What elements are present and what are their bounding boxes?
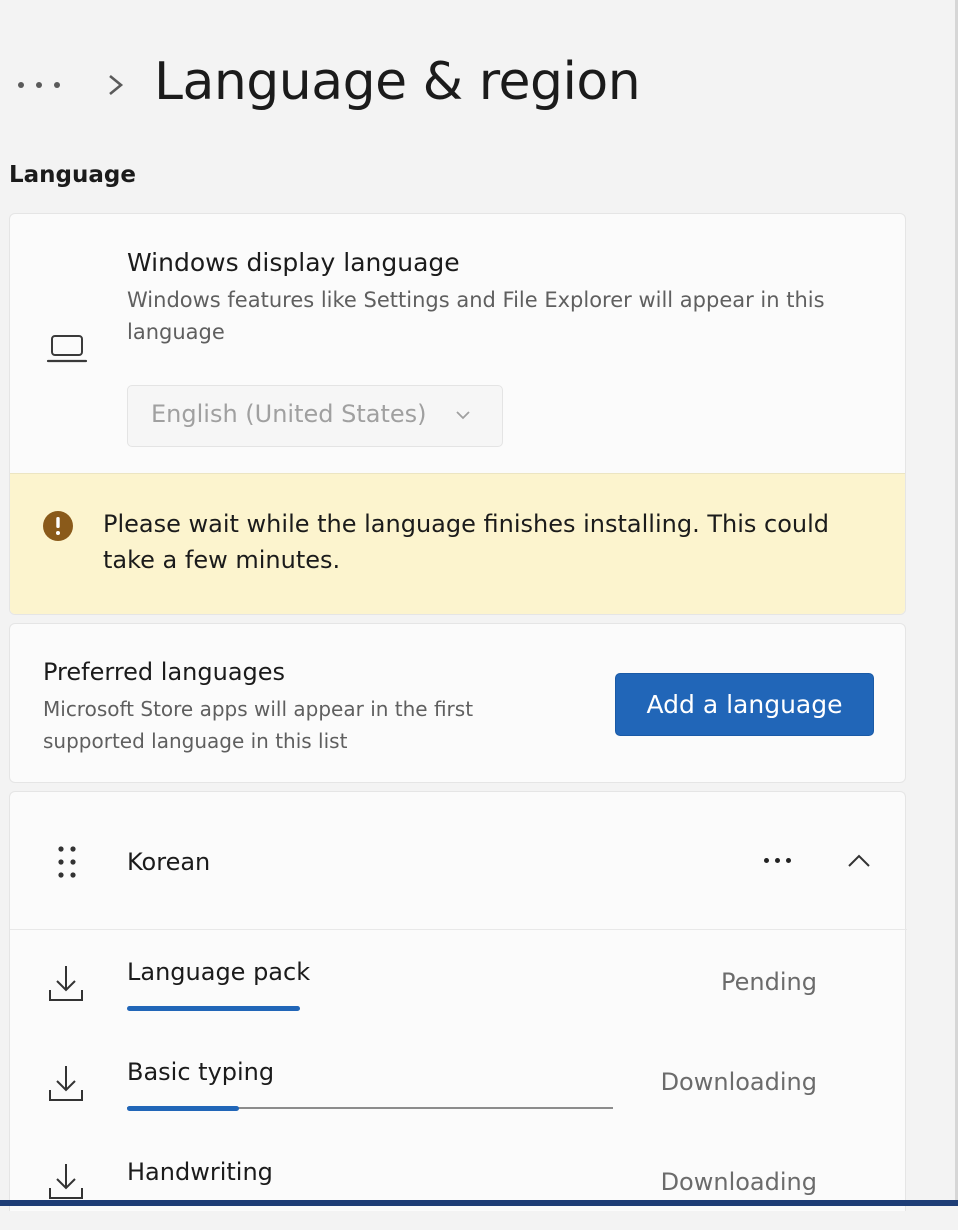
add-language-button[interactable]: Add a language [615, 673, 874, 736]
download-icon [49, 966, 83, 1001]
feature-basic-typing: Basic typing Downloading [10, 1030, 907, 1130]
feature-status: Downloading [660, 1068, 817, 1096]
breadcrumb-more-button[interactable] [16, 70, 66, 100]
download-icon [49, 1164, 83, 1199]
download-icon [49, 1066, 83, 1101]
display-language-value: English (United States) [151, 400, 427, 428]
laptop-icon [46, 335, 88, 363]
language-options-button[interactable] [760, 846, 796, 876]
display-language-dropdown[interactable]: English (United States) [127, 385, 503, 447]
drag-handle-icon[interactable] [52, 844, 82, 880]
preferred-languages-title: Preferred languages [43, 658, 286, 686]
chevron-right-icon [109, 74, 124, 96]
feature-status: Downloading [660, 1168, 817, 1196]
language-name: Korean [127, 848, 211, 876]
feature-name: Language pack [127, 958, 311, 986]
chevron-down-icon [456, 411, 470, 420]
progress-fill [127, 1106, 239, 1111]
feature-language-pack: Language pack Pending [10, 930, 907, 1030]
taskbar-edge [0, 1200, 958, 1206]
feature-name: Handwriting [127, 1158, 273, 1186]
progress-fill [127, 1006, 300, 1011]
feature-handwriting: Handwriting Downloading [10, 1130, 907, 1230]
display-language-title: Windows display language [127, 248, 460, 277]
install-warning-banner: Please wait while the language finishes … [10, 473, 905, 614]
warning-icon [43, 511, 73, 541]
chevron-up-icon[interactable] [844, 849, 874, 873]
feature-name: Basic typing [127, 1058, 275, 1086]
preferred-languages-description: Microsoft Store apps will appear in the … [43, 697, 474, 753]
page-title: Language & region [154, 52, 641, 112]
display-language-card: Windows display language Windows feature… [9, 213, 906, 615]
section-heading-language: Language [9, 162, 136, 188]
language-item-korean: Korean Language pack Pending Basic typin… [9, 791, 907, 1211]
feature-status: Pending [721, 968, 817, 996]
progress-bar [127, 1106, 613, 1111]
preferred-languages-card: Preferred languages Microsoft Store apps… [9, 623, 906, 783]
warning-text: Please wait while the language finishes … [103, 510, 829, 574]
display-language-description: Windows features like Settings and File … [127, 288, 825, 344]
progress-bar [127, 1006, 300, 1011]
